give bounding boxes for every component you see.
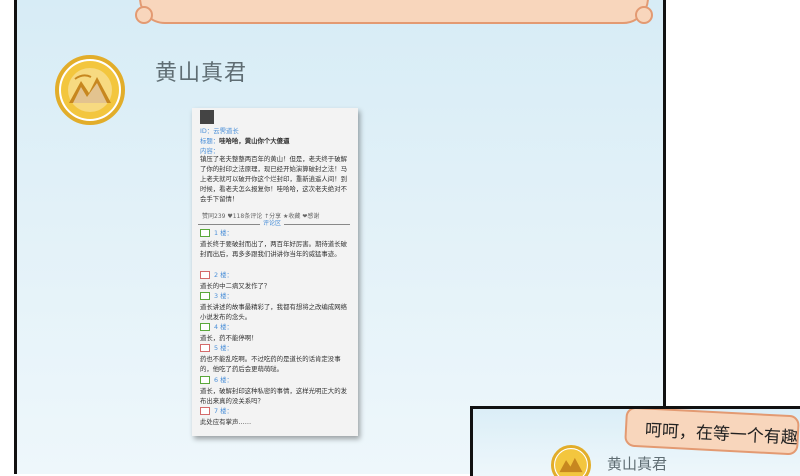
comic-panel-main: 黄山真君 ID：云霁道长 标题：哇哈哈，黄山你个大傻逼 内容： 镇压了老夫整整两… [14,0,666,474]
comment-floor: 6 楼： [214,376,233,384]
comment-floor: 2 楼： [214,271,233,279]
speech-text: 呵呵，在等一个有趣 [644,420,799,449]
comment-user-icon [200,376,210,384]
title-label: 标题： [200,137,220,145]
comment-floor: 1 楼： [214,229,233,237]
comment-user-icon [200,344,210,352]
comment-user-icon [200,292,210,300]
speaker-name: 黄山真君 [155,61,248,86]
comment-section-label: 评论区 [260,219,285,229]
speaker-name-small: 黄山真君 [607,455,668,473]
comment-floor: 7 楼： [214,407,233,415]
post-title: 哇哈哈，黄山你个大傻逼 [219,137,290,145]
comment-text: 道长，破解封印这种私密的事情，这样光明正大的发布出来真的没关系吗？ [200,387,347,405]
speaker-avatar [55,55,125,125]
comment-text: 此处应有掌声…… [200,418,252,426]
comment-text: 道长，药不能停啊！ [200,334,258,342]
speech-bubble-top [135,0,653,24]
poster-avatar [200,110,214,124]
speaker-avatar-small [551,445,591,476]
comment-user-icon [200,323,210,331]
comment-text: 道长的中二病又发作了？ [200,282,271,290]
comment-floor: 5 楼： [214,344,233,352]
poster-id: ID：云霁道长 [200,127,239,135]
comment-text: 道长终于要破封而出了，两百年好厉害。期待道长破封而出后，再多多跟我们讲讲你当年的… [200,240,347,258]
comment-floor: 4 楼： [214,323,233,331]
post-content: 镇压了老夫整整两百年的黄山！但是，老夫终于破解了你的封印之法原理，现已经开始演算… [200,155,347,203]
speech-bubble-next: 呵呵，在等一个有趣 [624,409,800,456]
mountain-emblem-icon [61,61,119,119]
comment-user-icon [200,407,210,415]
comment-text: 药也不能乱吃啊。不过吃药的是道长的话肯定没事的，他吃了药后会更萌萌哒。 [200,355,341,373]
comment-text: 道长讲述的故事最精彩了，我都有想将之改编成网络小说发布的念头。 [200,303,347,321]
mountain-emblem-icon [555,449,587,476]
comment-user-icon [200,271,210,279]
comic-panel-next: 呵呵，在等一个有趣 黄山真君 [470,406,800,476]
bubble-curl-right [635,6,653,24]
comment-floor: 3 楼： [214,292,233,300]
forum-post-card: ID：云霁道长 标题：哇哈哈，黄山你个大傻逼 内容： 镇压了老夫整整两百年的黄山… [192,108,358,436]
bubble-curl-left [135,6,153,24]
comment-user-icon [200,229,210,237]
